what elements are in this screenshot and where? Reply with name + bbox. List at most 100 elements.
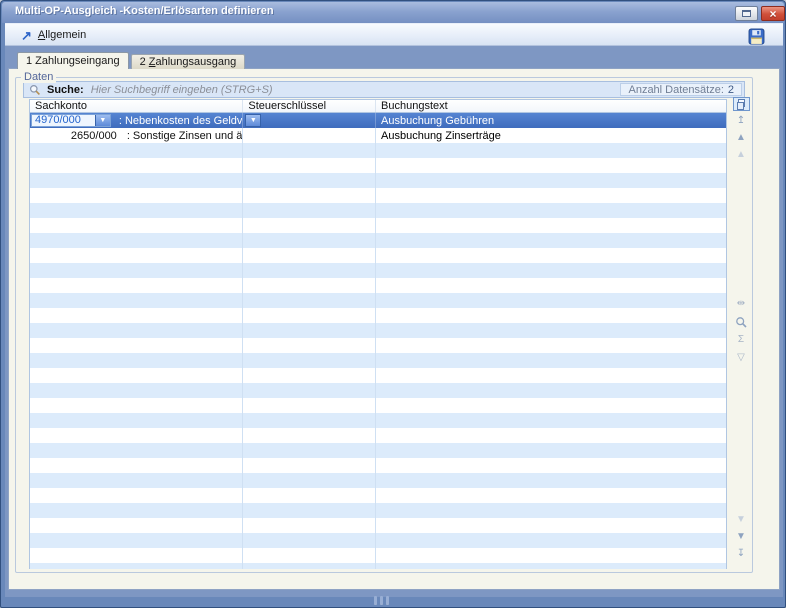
tab-label: 1 Zahlungseingang <box>26 55 120 67</box>
column-header-buchungstext[interactable]: Buchungstext <box>376 100 726 112</box>
table-cell <box>376 533 726 548</box>
chevron-down-icon: ▼ <box>99 117 106 124</box>
table-row[interactable] <box>30 398 726 413</box>
table-cell <box>30 173 243 188</box>
table-row[interactable] <box>30 293 726 308</box>
table-cell <box>30 473 243 488</box>
table-cell <box>243 203 376 218</box>
table-cell <box>30 323 243 338</box>
table-cell <box>30 488 243 503</box>
table-cell <box>376 293 726 308</box>
table-cell <box>376 368 726 383</box>
table-row[interactable] <box>30 353 726 368</box>
table-cell <box>243 143 376 158</box>
save-floppy-icon <box>748 28 765 45</box>
table-row[interactable] <box>30 443 726 458</box>
move-down-icon[interactable]: ▼ <box>733 530 750 544</box>
copy-icon[interactable] <box>733 97 750 111</box>
resize-grip[interactable] <box>374 596 389 604</box>
table-row[interactable] <box>30 308 726 323</box>
table-row[interactable] <box>30 338 726 353</box>
table-row[interactable] <box>30 158 726 173</box>
sachkonto-value: 4970/000 <box>32 115 95 126</box>
table-row[interactable] <box>30 248 726 263</box>
table-row[interactable] <box>30 503 726 518</box>
table-cell <box>30 458 243 473</box>
table-cell <box>376 353 726 368</box>
filter-icon[interactable]: ▽ <box>733 351 750 365</box>
table-cell <box>243 173 376 188</box>
table-row[interactable] <box>30 533 726 548</box>
table-cell <box>243 338 376 353</box>
sum-icon[interactable]: Σ <box>733 333 750 347</box>
table-cell <box>243 158 376 173</box>
table-row[interactable]: 2650/000 : Sonstige Zinsen und ä Ausbuch… <box>30 128 726 143</box>
search-label: Suche: <box>47 84 84 96</box>
table-cell <box>30 263 243 278</box>
table-cell <box>30 563 243 569</box>
scroll-top-icon[interactable]: ↥ <box>733 114 750 128</box>
table-cell <box>30 548 243 563</box>
table-row[interactable] <box>30 368 726 383</box>
table-row[interactable]: 4970/000 ▼ : Nebenkosten des Geldv ▼ Aus… <box>30 113 726 128</box>
page-up-icon[interactable]: ▲ <box>733 148 750 162</box>
page-down-icon[interactable]: ▼ <box>733 513 750 527</box>
fit-columns-icon[interactable]: ⇹ <box>733 297 750 311</box>
column-header-steuerschluessel[interactable]: Steuerschlüssel <box>243 100 376 112</box>
restore-button[interactable] <box>735 6 758 21</box>
table-row[interactable] <box>30 188 726 203</box>
table-cell <box>243 188 376 203</box>
table-row[interactable] <box>30 233 726 248</box>
table-cell <box>376 458 726 473</box>
table-cell <box>243 218 376 233</box>
tab-zahlungsausgang[interactable]: 2 Zahlungsausgang <box>131 54 246 69</box>
table-cell <box>30 518 243 533</box>
table-cell <box>243 278 376 293</box>
table-row[interactable] <box>30 548 726 563</box>
table-row[interactable] <box>30 413 726 428</box>
table-row[interactable] <box>30 218 726 233</box>
table-cell <box>30 383 243 398</box>
table-cell <box>30 353 243 368</box>
move-up-icon[interactable]: ▲ <box>733 131 750 145</box>
close-button[interactable]: × <box>761 6 785 21</box>
table-row[interactable] <box>30 473 726 488</box>
scroll-bottom-icon[interactable]: ↧ <box>733 547 750 561</box>
save-button[interactable] <box>747 27 765 45</box>
search-bar[interactable]: Suche: Hier Suchbegriff eingeben (STRG+S… <box>23 81 745 98</box>
steuerschluessel-dropdown-button[interactable]: ▼ <box>245 114 261 127</box>
sachkonto-dropdown-button[interactable]: ▼ <box>95 115 110 126</box>
table-row[interactable] <box>30 383 726 398</box>
zoom-icon[interactable] <box>733 315 750 329</box>
table-row[interactable] <box>30 278 726 293</box>
table-row[interactable] <box>30 263 726 278</box>
table-row[interactable] <box>30 458 726 473</box>
table-cell <box>30 218 243 233</box>
table-cell <box>376 503 726 518</box>
table-row[interactable] <box>30 173 726 188</box>
table-row[interactable] <box>30 488 726 503</box>
table-row[interactable] <box>30 323 726 338</box>
column-header-sachkonto[interactable]: Sachkonto <box>30 100 243 112</box>
grid-side-toolbar-top: ↥ ▲ ▲ <box>731 97 751 162</box>
table-row[interactable] <box>30 518 726 533</box>
sachkonto-cell: 2650/000 : Sonstige Zinsen und ä <box>30 128 243 143</box>
table-row[interactable] <box>30 143 726 158</box>
table-row[interactable] <box>30 428 726 443</box>
table-cell <box>243 353 376 368</box>
table-cell <box>376 188 726 203</box>
table-cell <box>243 563 376 569</box>
table-row[interactable] <box>30 203 726 218</box>
title-bar[interactable]: Multi-OP-Ausgleich -Kosten/Erlösarten de… <box>2 2 784 23</box>
table-row[interactable] <box>30 563 726 569</box>
menu-allgemein[interactable]: ↗ Allgemein <box>17 26 90 44</box>
sachkonto-combobox[interactable]: 4970/000 ▼ <box>31 114 111 127</box>
sachkonto-cell: 4970/000 ▼ : Nebenkosten des Geldv <box>30 113 243 128</box>
table-cell <box>376 218 726 233</box>
table-cell <box>376 248 726 263</box>
buchungstext-value: Ausbuchung Gebühren <box>381 114 494 128</box>
tab-zahlungseingang[interactable]: 1 Zahlungseingang <box>17 52 129 69</box>
close-icon: × <box>769 8 776 20</box>
menu-label: Allgemein <box>38 29 86 41</box>
sachkonto-description: : Nebenkosten des Geldv <box>119 115 243 127</box>
